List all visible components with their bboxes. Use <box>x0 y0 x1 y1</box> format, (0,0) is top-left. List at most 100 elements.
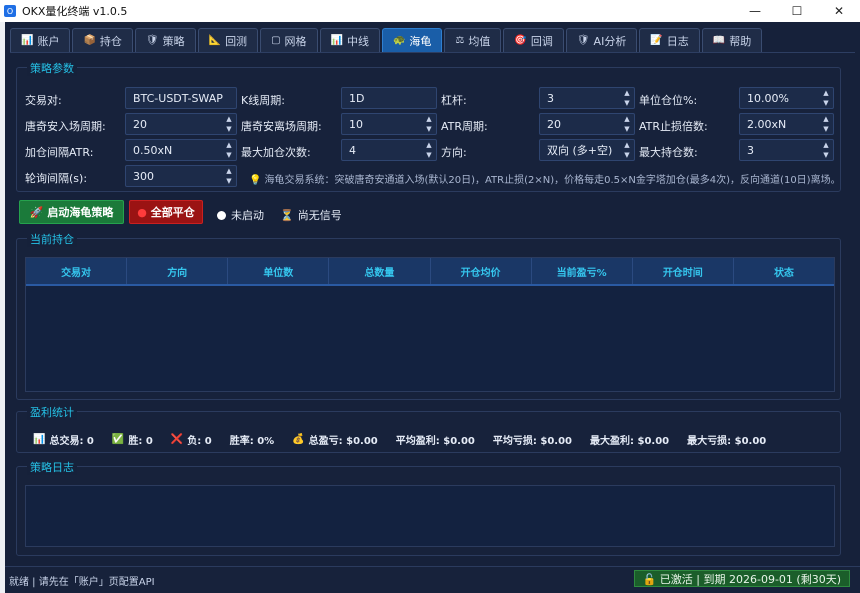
spin-arrows-icon[interactable]: ▲ ▼ <box>424 141 434 159</box>
tab-label: 账户 <box>37 34 60 48</box>
tab-4[interactable]: ▢ 网格 <box>260 28 318 52</box>
column-header[interactable]: 单位数 <box>228 258 330 284</box>
spin-arrows-icon[interactable]: ▲ ▼ <box>821 115 831 133</box>
poll-interval-spinbox[interactable]: 300 ▲ ▼ <box>125 165 237 187</box>
tab-icon: 📐 <box>208 35 222 46</box>
stat-text: 平均盈利: $0.00 <box>395 436 475 447</box>
stat-item: 平均亏损: $0.00 <box>493 432 572 447</box>
pair-label: 交易对: <box>25 94 62 107</box>
tab-3[interactable]: 📐 回测 <box>197 28 259 52</box>
kline-label: K线周期: <box>241 94 285 107</box>
start-turtle-button[interactable]: 🚀 启动海龟策略 <box>19 200 124 224</box>
app-icon: O <box>4 5 16 17</box>
add-interval-label: 加仓间隔ATR: <box>25 146 94 159</box>
column-header[interactable]: 交易对 <box>26 258 128 284</box>
run-status: 未启动 <box>217 207 264 223</box>
tab-7[interactable]: ⚖ 均值 <box>444 28 502 52</box>
stats-row: 📊 总交易: 0 ✅ 胜: 0 ❌ 负: 0 胜率: 0% 💰 总盈亏: $0.00 平均盈利: … <box>33 432 784 447</box>
tab-11[interactable]: 📖 帮助 <box>701 28 763 52</box>
atr-period-spinbox[interactable]: 20 ▲ ▼ <box>539 113 635 135</box>
pair-field[interactable]: BTC-USDT-SWAP <box>125 87 237 109</box>
tab-8[interactable]: 🎯 回调 <box>503 28 564 52</box>
tab-icon: 📊 <box>21 35 34 46</box>
tab-6[interactable]: 🐢 海龟 <box>381 28 443 52</box>
stat-item: ❌ 负: 0 <box>171 432 212 447</box>
tab-9[interactable]: 🛡 AI分析 <box>565 28 638 52</box>
status-bar: 就绪 | 请先在「账户」页配置API 🔓 已激活 | 到期 2026-09-01… <box>5 566 860 593</box>
direction-label: 方向: <box>441 146 467 159</box>
column-header[interactable]: 当前盈亏% <box>532 258 633 284</box>
strategy-hint: 💡 海龟交易系统：突破唐奇安通道入场(默认20日)，ATR止损(2×N)，价格每走… <box>249 175 841 186</box>
tab-label: 均值 <box>468 34 491 48</box>
max-positions-spinbox[interactable]: 3 ▲ ▼ <box>739 139 834 161</box>
close-all-button[interactable]: ● 全部平仓 <box>129 200 203 224</box>
tab-label: 策略 <box>162 34 185 48</box>
minimize-button[interactable]: — <box>734 0 776 22</box>
max-positions-label: 最大持仓数: <box>639 146 698 159</box>
stat-item: 平均盈利: $0.00 <box>396 432 475 447</box>
tab-0[interactable]: 📊 账户 <box>10 28 71 52</box>
stat-item: 最大亏损: $0.00 <box>687 432 766 447</box>
stat-icon: 📊 <box>33 434 46 445</box>
tab-icon: 🐢 <box>392 35 406 46</box>
tab-label: 回调 <box>530 34 553 48</box>
column-header[interactable]: 开仓时间 <box>633 258 734 284</box>
unit-spinbox[interactable]: 10.00% ▲ ▼ <box>739 87 834 109</box>
tab-icon: ⚖ <box>455 35 465 46</box>
add-interval-spinbox[interactable]: 0.50xN ▲ ▼ <box>125 139 237 161</box>
tab-icon: 📦 <box>83 35 96 46</box>
column-header[interactable]: 方向 <box>127 258 229 284</box>
spin-arrows-icon[interactable]: ▲ ▼ <box>224 167 234 185</box>
spin-arrows-icon[interactable]: ▲ ▼ <box>821 89 831 107</box>
exit-period-label: 唐奇安离场周期: <box>241 120 322 133</box>
params-title: 策略参数 <box>27 60 77 76</box>
maximize-button[interactable]: ☐ <box>776 0 818 22</box>
spin-arrows-icon[interactable]: ▲ ▼ <box>821 141 831 159</box>
strategy-log[interactable] <box>25 485 835 547</box>
spin-arrows-icon[interactable]: ▲ ▼ <box>622 115 632 133</box>
lever-spinbox[interactable]: 3 ▲ ▼ <box>539 87 635 109</box>
kline-field[interactable]: 1D <box>341 87 437 109</box>
tab-icon: ▢ <box>271 35 281 46</box>
close-button[interactable]: ✕ <box>818 0 860 22</box>
exit-period-spinbox[interactable]: 10 ▲ ▼ <box>341 113 437 135</box>
stat-item: 💰 总盈亏: $0.00 <box>292 432 378 447</box>
max-add-spinbox[interactable]: 4 ▲ ▼ <box>341 139 437 161</box>
tab-1[interactable]: 📦 持仓 <box>72 28 133 52</box>
lightbulb-icon: 💡 <box>249 175 262 186</box>
spin-arrows-icon[interactable]: ▲ ▼ <box>424 115 434 133</box>
entry-period-spinbox[interactable]: 20 ▲ ▼ <box>125 113 237 135</box>
atr-stop-label: ATR止损倍数: <box>639 120 708 133</box>
log-title: 策略日志 <box>27 459 77 475</box>
atr-stop-spinbox[interactable]: 2.00xN ▲ ▼ <box>739 113 834 135</box>
spin-arrows-icon[interactable]: ▲ ▼ <box>622 89 632 107</box>
direction-select[interactable]: 双向 (多+空) ▲ ▼ <box>539 139 635 161</box>
stat-text: 总盈亏: $0.00 <box>308 436 378 447</box>
tab-icon: 📖 <box>712 35 726 46</box>
tab-label: 海龟 <box>409 34 432 48</box>
signal-status: ⏳ 尚无信号 <box>280 208 342 223</box>
column-header[interactable]: 开仓均价 <box>431 258 532 284</box>
positions-table[interactable]: 交易对 方向 单位数 总数量 开仓均价 当前盈亏% 开仓时间 状态 <box>25 257 835 392</box>
rocket-icon: 🚀 <box>29 205 44 219</box>
spin-arrows-icon[interactable]: ▲ ▼ <box>224 141 234 159</box>
spin-arrows-icon[interactable]: ▲ ▼ <box>622 141 632 159</box>
positions-title: 当前持仓 <box>27 231 77 247</box>
title-bar: O OKX量化终端 v1.0.5 — ☐ ✕ <box>0 0 860 22</box>
column-header[interactable]: 状态 <box>734 258 834 284</box>
spin-arrows-icon[interactable]: ▲ ▼ <box>224 115 234 133</box>
hourglass-icon: ⏳ <box>280 208 294 222</box>
status-text: 就绪 | 请先在「账户」页配置API <box>9 577 155 588</box>
column-header[interactable]: 总数量 <box>329 258 431 284</box>
tab-2[interactable]: 🛡 策略 <box>134 28 196 52</box>
stat-item: 最大盈利: $0.00 <box>590 432 669 447</box>
tab-5[interactable]: 📊 中线 <box>319 28 380 52</box>
tab-label: 网格 <box>284 34 307 48</box>
max-add-label: 最大加仓次数: <box>241 146 311 159</box>
tab-icon: 📝 <box>650 35 663 46</box>
tab-10[interactable]: 📝 日志 <box>639 28 700 52</box>
tab-icon: 🎯 <box>514 35 527 46</box>
entry-period-label: 唐奇安入场周期: <box>25 120 106 133</box>
table-header: 交易对 方向 单位数 总数量 开仓均价 当前盈亏% 开仓时间 状态 <box>26 258 834 286</box>
window-title: OKX量化终端 v1.0.5 <box>22 5 128 18</box>
